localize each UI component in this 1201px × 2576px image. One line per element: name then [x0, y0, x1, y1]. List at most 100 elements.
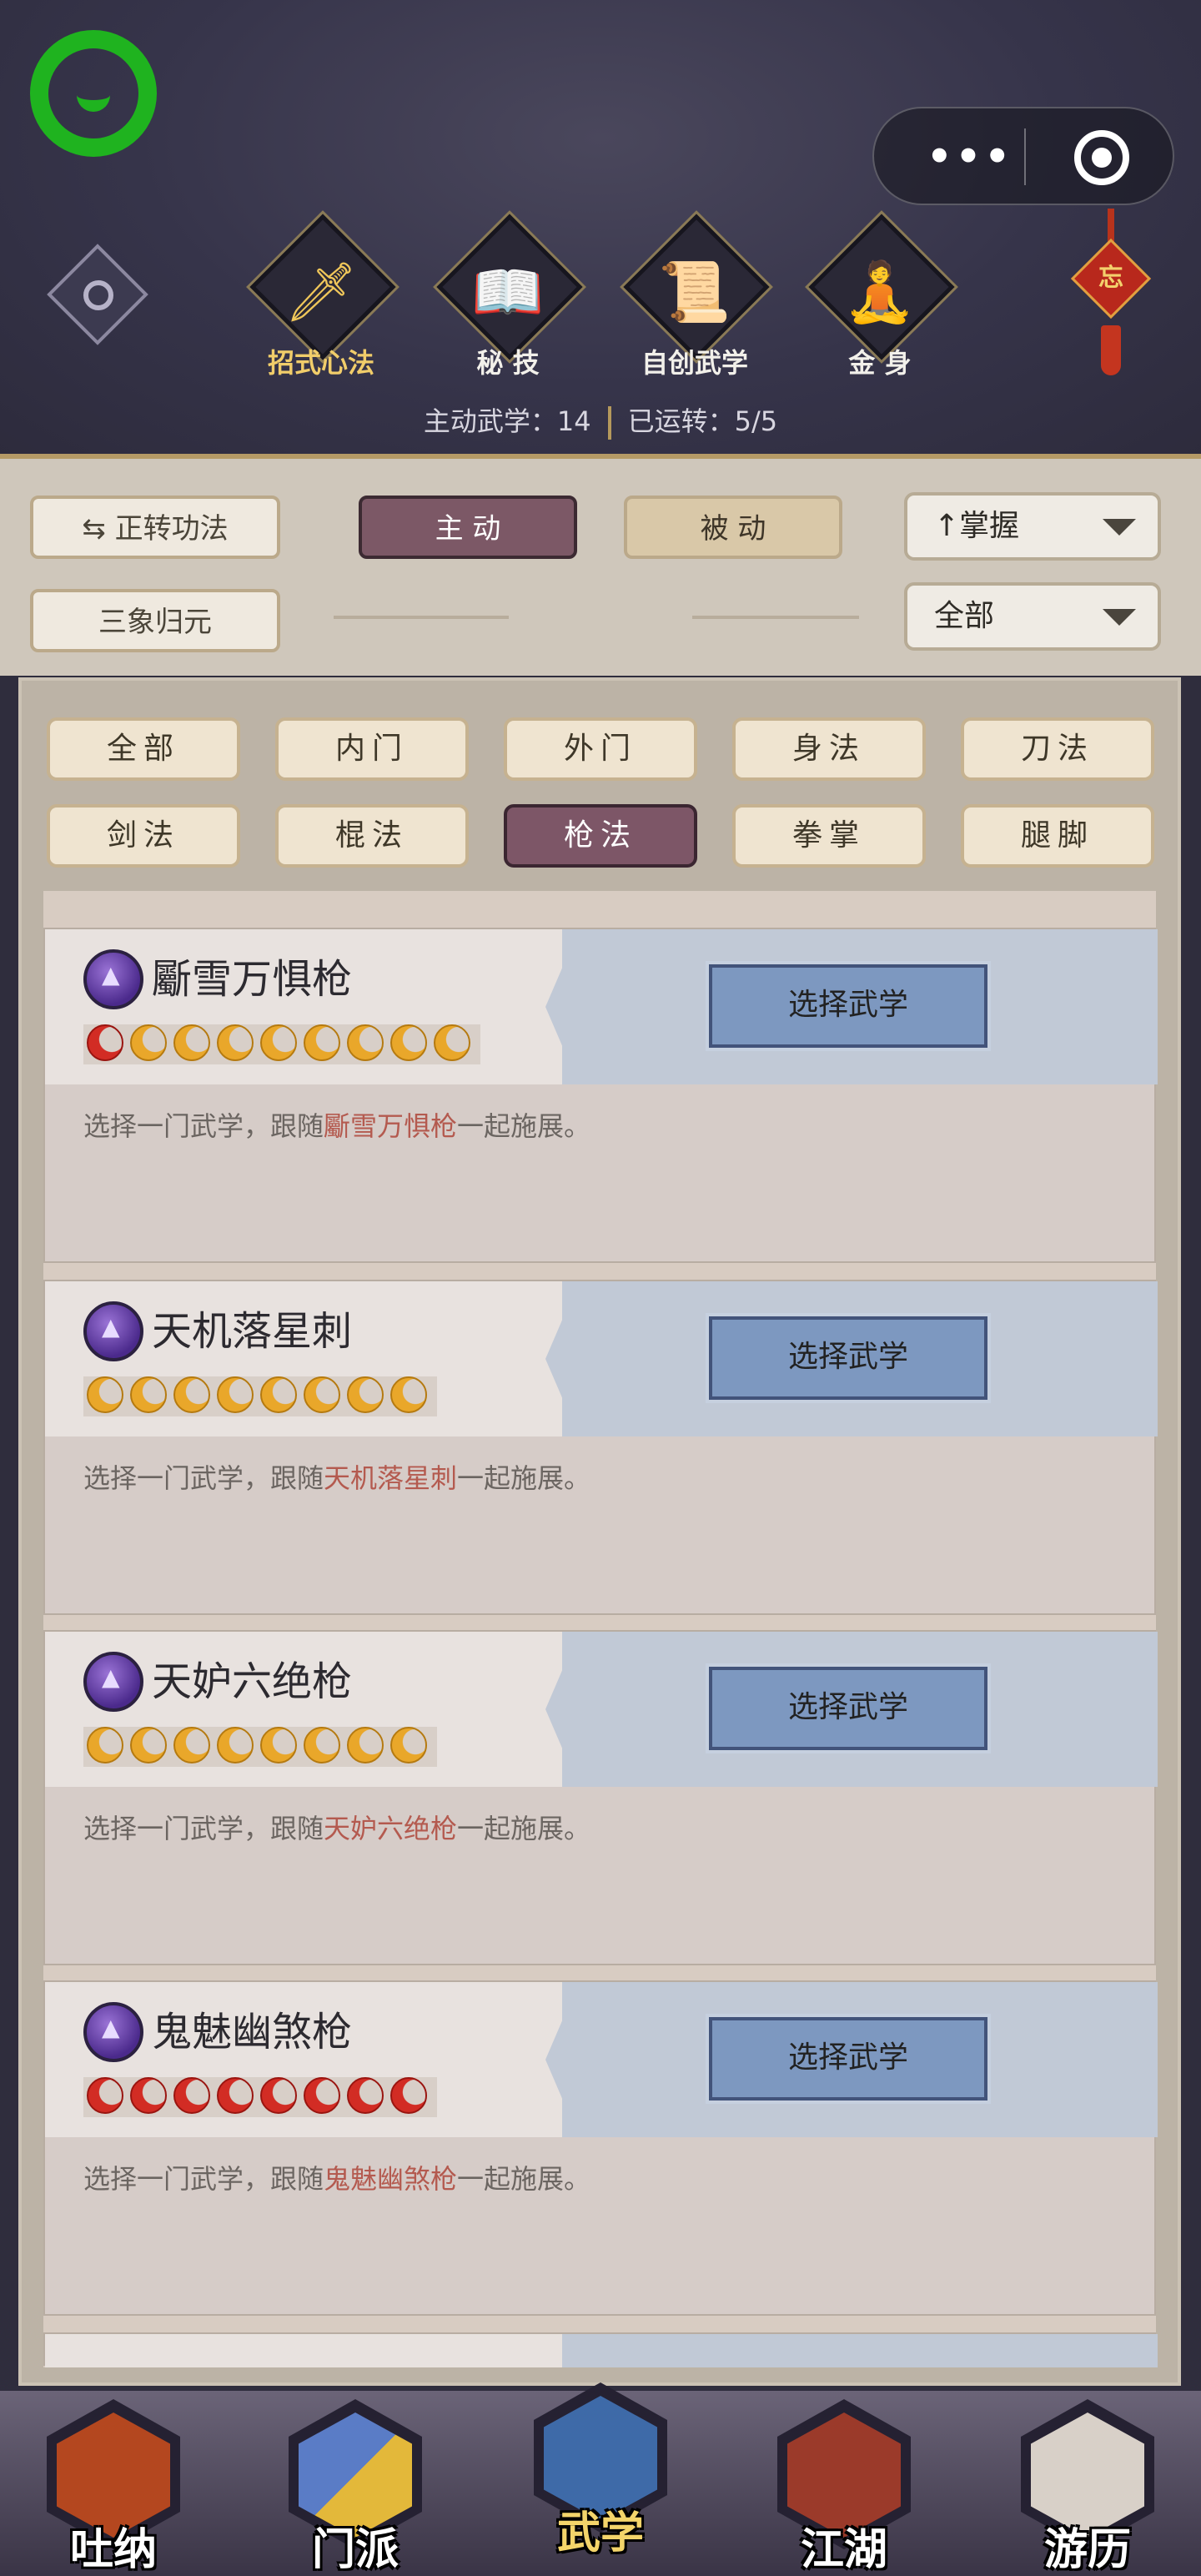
type-tab-leg[interactable]: 腿脚: [961, 804, 1154, 868]
gold-crescent-icon: [390, 1376, 427, 1413]
type-tab-fist[interactable]: 拳掌: [732, 804, 926, 868]
gold-crescent-icon: [87, 1376, 123, 1413]
desc-text: 选择一门武学，跟随: [83, 1813, 324, 1844]
type-tab-sword[interactable]: 剑法: [47, 804, 240, 868]
desc-text: 选择一门武学，跟随: [83, 2163, 324, 2195]
gold-crescent-icon: [434, 1024, 470, 1061]
type-tab-spear[interactable]: 枪法: [504, 804, 697, 868]
sword-icon: 🗡: [284, 258, 359, 326]
gold-crescent-icon: [173, 1376, 210, 1413]
arrow-up-icon: ↑: [934, 509, 960, 543]
desc-highlight: 天机落星刺: [324, 1462, 458, 1494]
card-header-notch: [545, 1281, 579, 1436]
knot-char: 忘: [1098, 264, 1123, 293]
tab-self-created[interactable]: 📜 自创武学: [620, 210, 773, 392]
gold-crescent-icon: [304, 1376, 340, 1413]
select-skill-button[interactable]: 选择武学: [706, 2014, 991, 2104]
close-target-icon[interactable]: [1074, 130, 1129, 185]
skill-name: 鬼魅幽煞枪: [152, 2009, 353, 2055]
scope-value: 全部: [934, 599, 995, 633]
gold-crescent-icon: [217, 1024, 254, 1061]
skill-card-partial: [43, 2332, 1158, 2367]
gold-crescent-icon: [260, 1024, 297, 1061]
gold-crescent-icon: [390, 1024, 427, 1061]
nav-label: 门派: [311, 2524, 399, 2575]
book-icon: 📖: [471, 258, 545, 326]
skill-description: 选择一门武学，跟随鬼魅幽煞枪一起施展。: [83, 2154, 590, 2204]
chinese-knot-ornament[interactable]: 忘: [1069, 209, 1153, 375]
select-skill-button[interactable]: 选择武学: [706, 961, 991, 1051]
eye-icon: [83, 280, 113, 310]
bottom-nav: 吐纳 门派 武学 江湖 游历: [0, 2382, 1201, 2576]
spear-skill-icon: [83, 2002, 143, 2062]
desc-highlight: 天妒六绝枪: [324, 1813, 458, 1844]
convert-label: 正转功法: [114, 512, 229, 546]
select-skill-button[interactable]: 选择武学: [706, 1663, 991, 1753]
tab-label: 秘 技: [476, 347, 540, 379]
spear-skill-icon: [83, 1652, 143, 1712]
header: [0, 0, 1201, 459]
spear-skill-icon: [83, 1301, 143, 1361]
active-filter-button[interactable]: 主 动: [359, 496, 577, 559]
red-crescent-icon: [217, 2077, 254, 2114]
chat-bubble-icon[interactable]: [30, 30, 157, 157]
gold-crescent-icon: [217, 1376, 254, 1413]
gold-crescent-icon: [173, 1727, 210, 1763]
skill-card: 天机落星刺 选择武学 选择一门武学，跟随天机落星刺一起施展。: [43, 1280, 1158, 1615]
red-crescent-icon: [304, 2077, 340, 2114]
red-crescent-icon: [260, 2077, 297, 2114]
stats-divider: [607, 406, 611, 440]
desc-highlight: 鬼魅幽煞枪: [324, 2163, 458, 2195]
nav-sect[interactable]: 门派: [272, 2391, 439, 2576]
tab-secret-skill[interactable]: 📖 秘 技: [433, 210, 586, 392]
skill-card: 鬼魅幽煞枪 选择武学 选择一门武学，跟随鬼魅幽煞枪一起施展。: [43, 1980, 1158, 2316]
card-header-accent: [562, 2334, 1158, 2367]
skill-name: 天机落星刺: [152, 1308, 353, 1355]
skill-stats: 主动武学：14 已运转：5/5: [0, 400, 1201, 442]
tab-label: 招式心法: [267, 347, 374, 379]
sort-dropdown[interactable]: ↑掌握: [904, 492, 1161, 561]
desc-text: 一起施展。: [457, 1813, 591, 1844]
gold-crescent-icon: [130, 1376, 167, 1413]
type-tab-movement[interactable]: 身法: [732, 717, 926, 781]
gold-crescent-icon: [347, 1376, 384, 1413]
sort-value: 掌握: [959, 509, 1020, 543]
mini-program-capsule: •••: [872, 107, 1174, 205]
nav-travel[interactable]: 游历: [1004, 2391, 1171, 2576]
tab-label: 自创武学: [641, 347, 748, 379]
nav-jianghu[interactable]: 江湖: [761, 2391, 927, 2576]
gold-crescent-icon: [304, 1727, 340, 1763]
gold-crescent-icon: [390, 1727, 427, 1763]
desc-text: 一起施展。: [457, 1462, 591, 1494]
passive-filter-button[interactable]: 被 动: [624, 496, 842, 559]
decorative-line: [692, 616, 859, 619]
chevron-down-icon: [1103, 609, 1136, 626]
type-tab-staff[interactable]: 棍法: [275, 804, 469, 868]
skill-stars: [83, 1024, 480, 1064]
type-tab-blade[interactable]: 刀法: [961, 717, 1154, 781]
card-header-notch: [545, 929, 579, 1084]
select-skill-button[interactable]: 选择武学: [706, 1313, 991, 1403]
sanxiang-button[interactable]: 三象归元: [30, 589, 280, 652]
type-tab-inner[interactable]: 内门: [275, 717, 469, 781]
nav-breathing[interactable]: 吐纳: [30, 2391, 197, 2576]
more-icon[interactable]: •••: [924, 133, 1016, 180]
active-skills-value: 14: [556, 405, 591, 437]
tab-moves[interactable]: 🗡 招式心法: [246, 210, 399, 392]
skill-stars: [83, 1376, 437, 1416]
type-tab-outer[interactable]: 外门: [504, 717, 697, 781]
gold-crescent-icon: [173, 1024, 210, 1061]
skill-description: 选择一门武学，跟随斸雪万惧枪一起施展。: [83, 1101, 590, 1151]
convert-technique-button[interactable]: ⇆ 正转功法: [30, 496, 280, 559]
card-header-notch: [545, 1982, 579, 2137]
red-crescent-icon: [173, 2077, 210, 2114]
gold-crescent-icon: [217, 1727, 254, 1763]
skill-card: 斸雪万惧枪 选择武学 选择一门武学，跟随斸雪万惧枪一起施展。: [43, 928, 1158, 1263]
nav-label: 游历: [1043, 2524, 1131, 2575]
scope-dropdown[interactable]: 全部: [904, 582, 1161, 651]
tab-golden-body[interactable]: 🧘 金 身: [805, 210, 958, 392]
type-tab-all[interactable]: 全部: [47, 717, 240, 781]
skill-description: 选择一门武学，跟随天妒六绝枪一起施展。: [83, 1804, 590, 1854]
nav-martial-arts[interactable]: 武学: [517, 2374, 684, 2559]
red-crescent-icon: [87, 1024, 123, 1061]
